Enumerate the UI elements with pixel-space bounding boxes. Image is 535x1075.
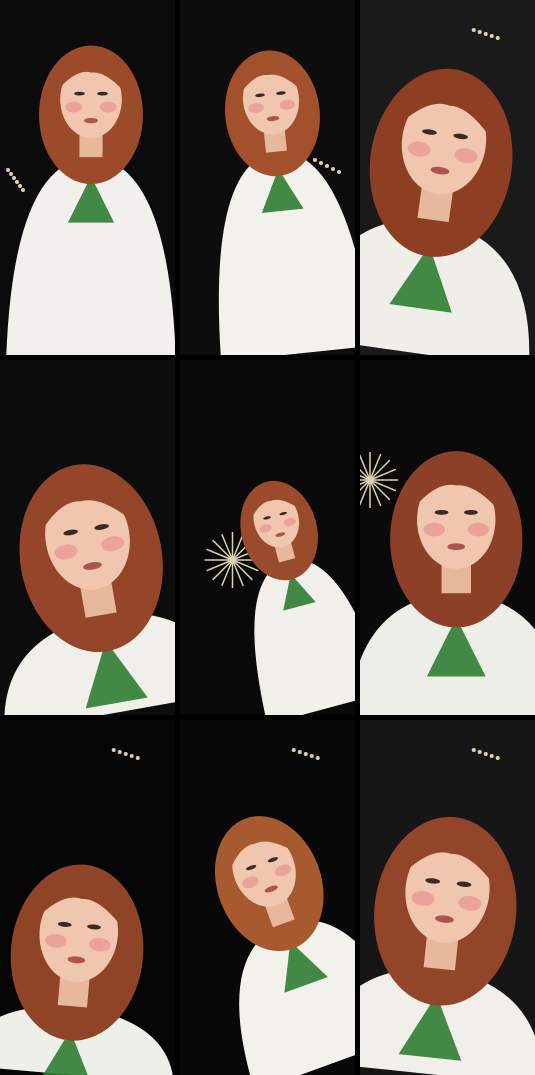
photo-image <box>180 0 355 355</box>
photo-tile-woman-low-angle-night <box>0 720 175 1075</box>
photo-tile-woman-eating-snack-night <box>0 0 175 355</box>
photo-image <box>360 0 535 355</box>
photo-tile-woman-closeup-tilted <box>0 360 175 715</box>
photo-image <box>0 0 175 355</box>
photo-image <box>0 720 175 1075</box>
photo-image <box>360 360 535 715</box>
photo-collage-grid <box>0 0 535 1075</box>
photo-tile-woman-profile-eyes-closed <box>180 720 355 1075</box>
photo-image <box>0 360 175 715</box>
photo-tile-woman-talking-carnival-lights <box>360 360 535 715</box>
photo-image <box>180 360 355 715</box>
photo-tile-woman-closeup-hand-face <box>360 0 535 355</box>
photo-tile-woman-looking-up-night <box>180 0 355 355</box>
photo-tile-woman-looking-away-carnival <box>180 360 355 715</box>
photo-image <box>360 720 535 1075</box>
photo-image <box>180 720 355 1075</box>
photo-tile-woman-resting-head-on-hand <box>360 720 535 1075</box>
